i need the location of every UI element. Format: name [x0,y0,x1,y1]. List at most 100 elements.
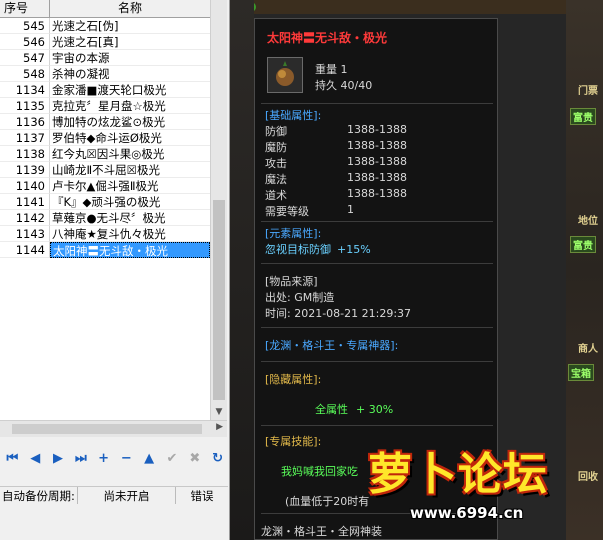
scroll-thumb[interactable] [213,200,225,400]
first-record-button[interactable]: ⏮ [2,449,23,469]
table-row[interactable]: 1134 金家潘■渡天轮口极光 [0,82,210,98]
prior-record-button[interactable]: ◀ [25,449,46,469]
item-id-cell[interactable]: 547 [0,50,50,66]
item-id-cell[interactable]: 1136 [0,114,50,130]
attr-row: 防御 1388-1388 [265,123,485,139]
item-id-cell[interactable]: 1135 [0,98,50,114]
item-name-cell[interactable]: 金家潘■渡天轮口极光 [50,82,210,98]
source-section: [物品来源] [265,275,318,288]
item-name-cell[interactable]: 宇宙の本源 [50,50,210,66]
hscroll-thumb[interactable] [12,424,202,434]
table-row[interactable]: 547 宇宙の本源 [0,50,210,66]
npc-tag-status[interactable]: 地位 [578,212,598,227]
item-id-cell[interactable]: 1143 [0,226,50,242]
item-name-cell[interactable]: 杀神の凝视 [50,66,210,82]
item-name-cell[interactable]: 光速之石[伪] [50,18,210,34]
attr-name: 攻击 [265,157,287,170]
screen: 序号 名称 545 光速之石[伪] 546 光速之石[真] 547 宇宙の本源 548 杀神の… [0,0,603,540]
item-id-cell[interactable]: 1140 [0,178,50,194]
scroll-down-button[interactable]: ▼ [211,404,227,420]
item-id-cell[interactable]: 1141 [0,194,50,210]
item-durability: 持久 40/40 [315,79,373,92]
table-row[interactable]: 1142 草薙京●无斗尽〞极光 [0,210,210,226]
edit-record-button[interactable]: ▲ [139,449,160,469]
scroll-up-button[interactable] [211,0,227,16]
item-id-cell[interactable]: 1139 [0,162,50,178]
delete-record-button[interactable]: − [116,449,137,469]
table-row[interactable]: 546 光速之石[真] [0,34,210,50]
item-name-cell[interactable]: 博加特の炫龙鲨⊙极光 [50,114,210,130]
watermark-logo: 萝卜论坛 www.6994.cn [368,438,603,540]
item-id-cell[interactable]: 545 [0,18,50,34]
cancel-record-button[interactable]: ✖ [184,449,205,469]
item-name-cell[interactable]: 克拉克〞星月盘☆极光 [50,98,210,114]
post-record-button[interactable]: ✔ [162,449,183,469]
item-id-cell[interactable]: 546 [0,34,50,50]
item-name-cell[interactable]: 光速之石[真] [50,34,210,50]
item-id-cell[interactable]: 548 [0,66,50,82]
item-id-cell[interactable]: 1142 [0,210,50,226]
item-name-cell[interactable]: 草薙京●无斗尽〞极光 [50,210,210,226]
item-id-cell[interactable]: 1144 [0,242,50,258]
table-row[interactable]: 1137 罗伯特◆命斗运Ø极光 [0,130,210,146]
error-status: 错误 [190,489,214,503]
attr-name: 防御 [265,125,287,138]
npc-tag-general[interactable]: 宝箱 [568,364,594,381]
table-row[interactable]: 1135 克拉克〞星月盘☆极光 [0,98,210,114]
skill-section: [专属技能]: [265,435,322,448]
full-attr: 全属性 + 30% [315,401,393,417]
item-id-cell[interactable]: 1134 [0,82,50,98]
table-row[interactable]: 545 光速之石[伪] [0,18,210,34]
item-editor-panel: 序号 名称 545 光速之石[伪] 546 光速之石[真] 547 宇宙の本源 548 杀神の… [0,0,230,540]
game-topbar [230,0,603,14]
table-row[interactable]: 1136 博加特の炫龙鲨⊙极光 [0,114,210,130]
item-name-cell[interactable]: 『K』◆顽斗强の极光 [50,194,210,210]
table-row[interactable]: 1144 太阳神〓无斗敌・极光 [0,242,210,258]
item-title: 太阳神〓无斗敌・极光 [267,31,388,45]
attr-row: 道术 1388-1388 [265,187,485,203]
panel-bottom [0,504,228,540]
divider [261,327,493,328]
item-name-cell[interactable]: 红今丸☒因斗果◎极光 [50,146,210,162]
attr-value: 1388-1388 [347,187,407,200]
column-header-id[interactable]: 序号 [0,0,50,17]
divider [261,361,493,362]
item-name-cell[interactable]: 八神庵★复斗仇々极光 [50,226,210,242]
backup-status: 尚未开启 [78,487,176,504]
table-row[interactable]: 1140 卢卡尔▲倔斗强Ⅱ极光 [0,178,210,194]
vertical-scrollbar[interactable]: ▼ [210,0,227,420]
element-attr-name: 忽视目标防御 [265,243,331,256]
scroll-right-button[interactable]: ▶ [216,422,223,432]
insert-record-button[interactable]: + [93,449,114,469]
item-name-cell[interactable]: 卢卡尔▲倔斗强Ⅱ极光 [50,178,210,194]
npc-tag-merchant[interactable]: 商人 [578,340,598,355]
item-name-cell[interactable]: 罗伯特◆命斗运Ø极光 [50,130,210,146]
next-record-button[interactable]: ▶ [48,449,69,469]
attr-value: 1388-1388 [347,171,407,184]
table-row[interactable]: 1139 山崎龙Ⅱ不斗屈☒极光 [0,162,210,178]
last-record-button[interactable]: ⏭ [70,449,91,469]
attr-row: 攻击 1388-1388 [265,155,485,171]
game-left-strip [230,0,254,540]
table-row[interactable]: 1141 『K』◆顽斗强の极光 [0,194,210,210]
table-row[interactable]: 1138 红今丸☒因斗果◎极光 [0,146,210,162]
item-name-cell[interactable]: 山崎龙Ⅱ不斗屈☒极光 [50,162,210,178]
table-row[interactable]: 1143 八神庵★复斗仇々极光 [0,226,210,242]
npc-tag-ticket[interactable]: 门票 [578,82,598,97]
item-id-cell[interactable]: 1137 [0,130,50,146]
horizontal-scrollbar[interactable]: ▶ [0,420,227,437]
full-attr-name: 全属性 [315,403,348,416]
npc-tag-wealth[interactable]: 富贵 [570,108,596,125]
item-name-cell[interactable]: 太阳神〓无斗敌・极光 [50,242,210,258]
source-time: 时间: 2021-08-21 21:29:37 [265,307,412,320]
refresh-button[interactable]: ↻ [207,449,228,469]
attr-row: 需要等级 1 [265,203,485,219]
column-header-name[interactable]: 名称 [50,0,210,17]
npc-tag-rich[interactable]: 富贵 [570,236,596,253]
item-grid[interactable]: 545 光速之石[伪] 546 光速之石[真] 547 宇宙の本源 548 杀神の凝视 1134… [0,18,210,420]
attr-value: 1388-1388 [347,139,407,152]
table-row[interactable]: 548 杀神の凝视 [0,66,210,82]
skill-text: 我妈喊我回家吃 [281,465,358,478]
divider [261,221,493,222]
item-id-cell[interactable]: 1138 [0,146,50,162]
